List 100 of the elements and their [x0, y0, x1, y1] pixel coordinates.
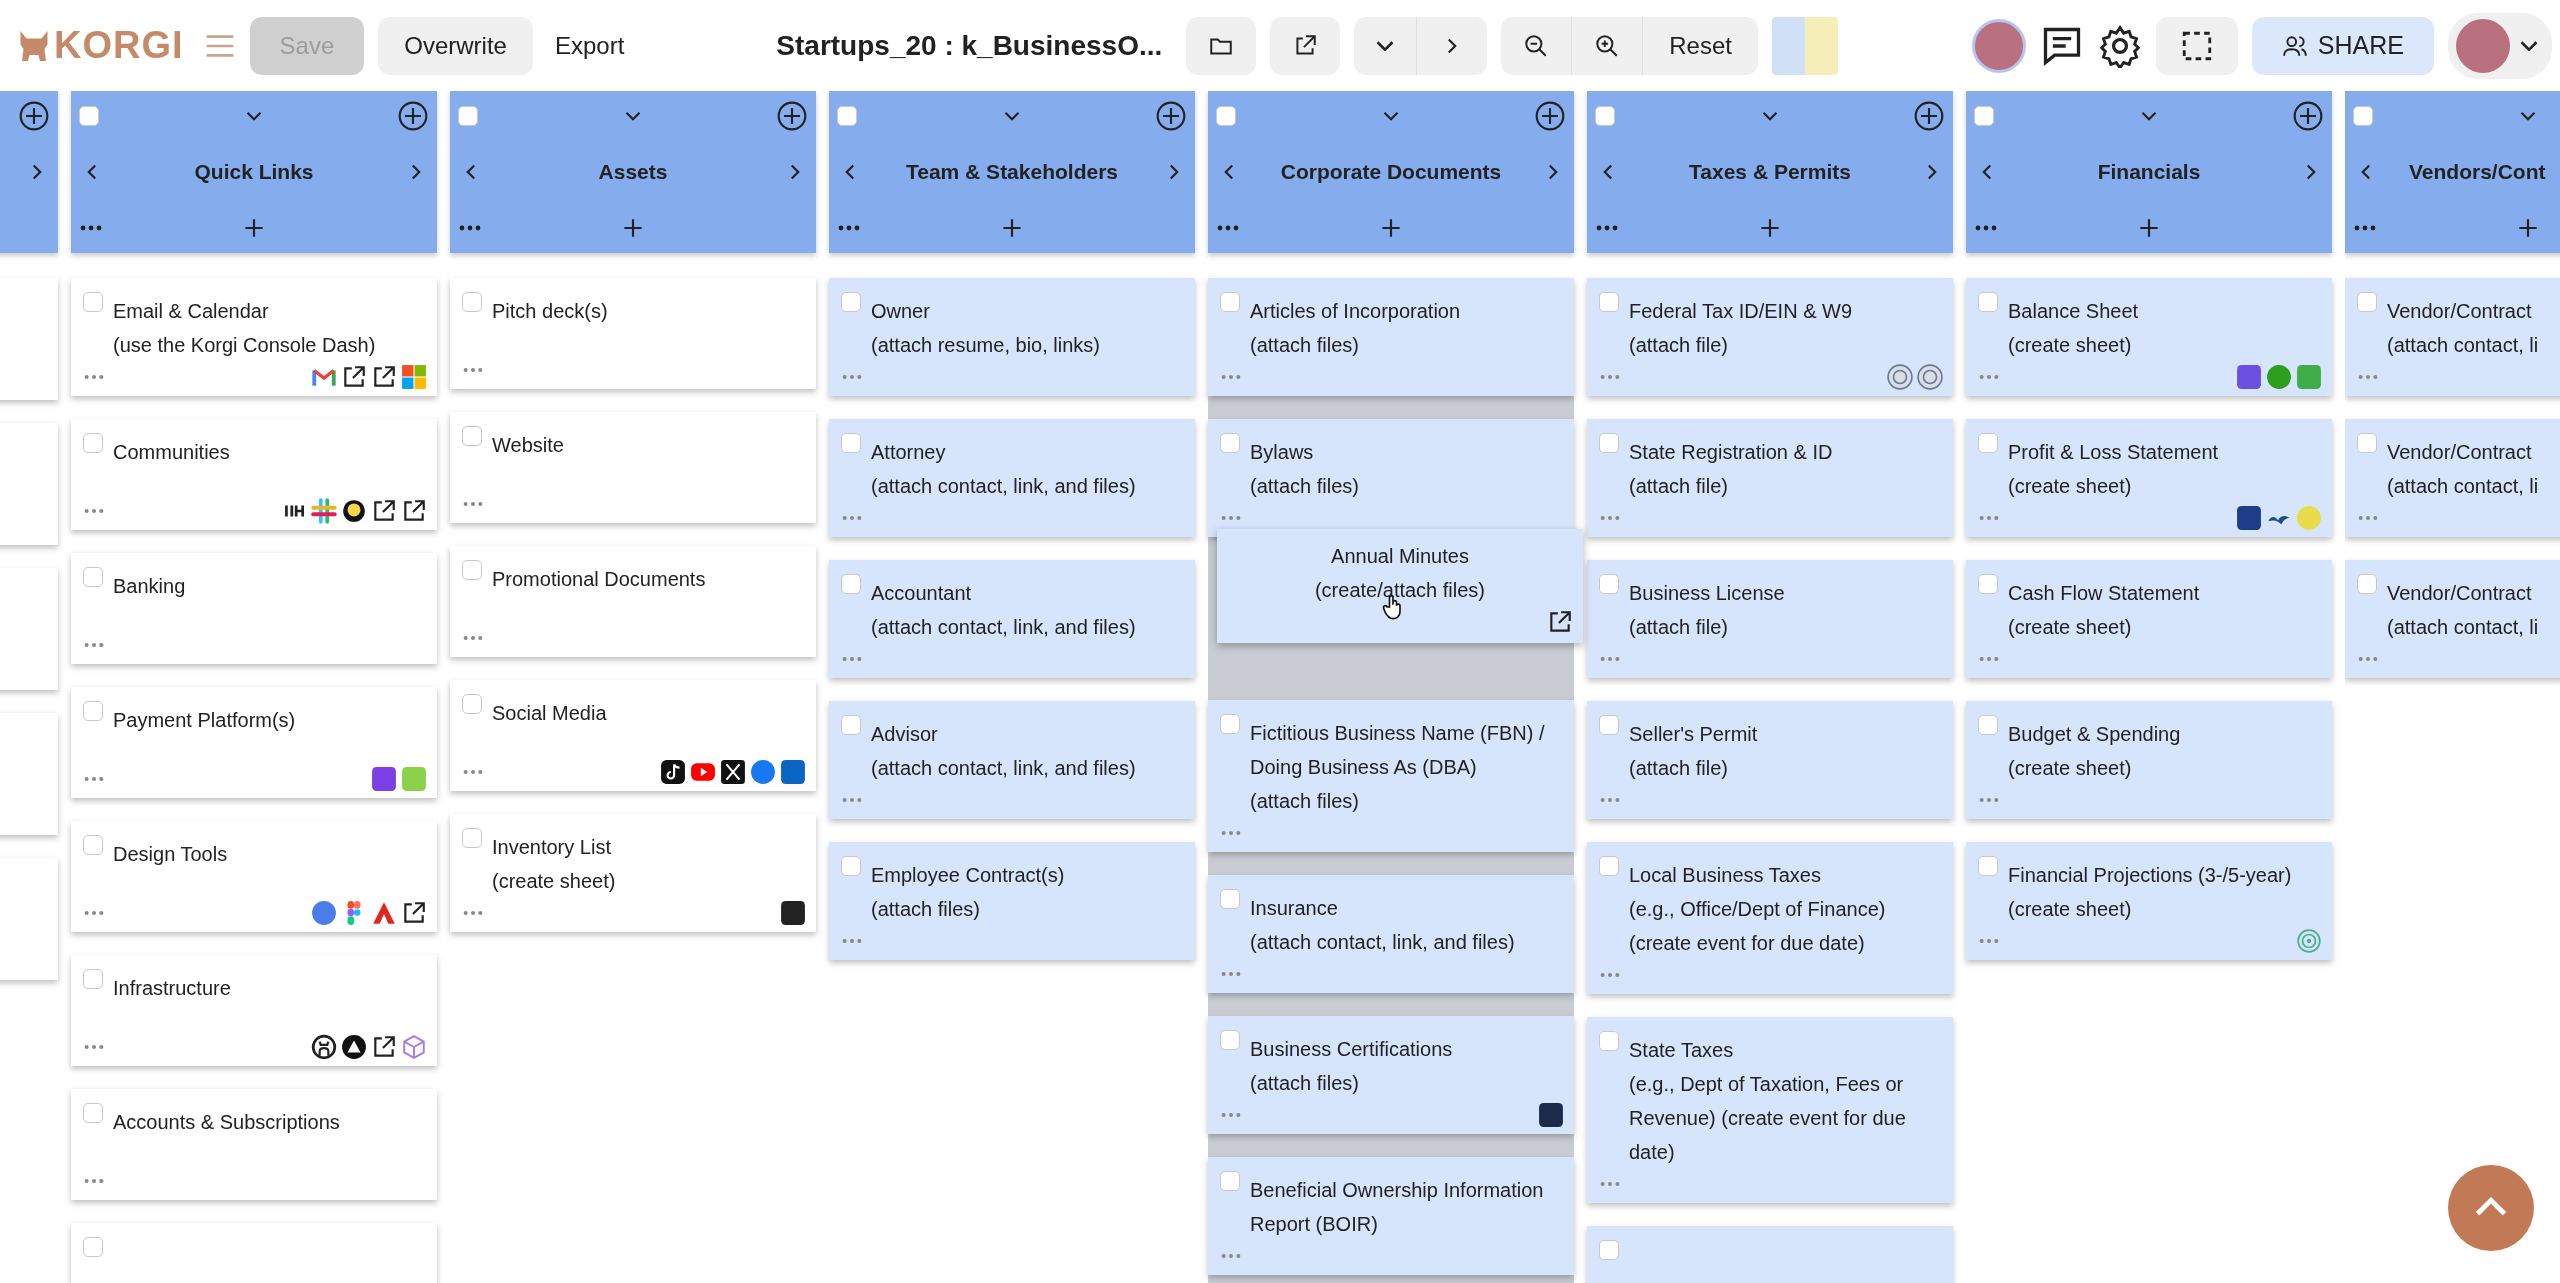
- square-logo-icon[interactable]: [1538, 1102, 1564, 1128]
- card[interactable]: Social Media: [450, 680, 816, 791]
- checkbox[interactable]: [1216, 106, 1236, 126]
- checkbox[interactable]: [1599, 856, 1619, 876]
- card[interactable]: Cash Flow Statement (create sheet): [1966, 560, 2332, 678]
- square-logo-icon[interactable]: [780, 900, 806, 926]
- profile-menu-button[interactable]: [2448, 12, 2552, 79]
- card[interactable]: Federal Tax ID/EIN & W9 (attach file): [1587, 278, 1953, 396]
- card[interactable]: Design Tools: [71, 821, 437, 932]
- add-circle-icon[interactable]: [776, 100, 808, 132]
- export-button[interactable]: Export: [546, 16, 633, 75]
- external-link-icon[interactable]: [371, 1034, 397, 1060]
- more-icon[interactable]: [83, 373, 105, 381]
- folder-button[interactable]: [1186, 16, 1257, 75]
- spiral-icon[interactable]: [2296, 928, 2322, 954]
- card[interactable]: Inventory List (create sheet): [450, 814, 816, 932]
- checkbox[interactable]: [1978, 433, 1998, 453]
- card[interactable]: Attorney (attach contact, link, and files): [829, 419, 1195, 537]
- checkbox[interactable]: [83, 701, 103, 721]
- card[interactable]: Vendor/Contract (attach contact, li: [2345, 560, 2560, 678]
- checkbox[interactable]: [1599, 1240, 1619, 1260]
- external-link-icon[interactable]: [401, 498, 427, 524]
- more-icon[interactable]: [462, 768, 484, 776]
- card[interactable]: Fictitious Business Name (FBN) / Doing Business As (DBA) (attach files): [1208, 700, 1574, 852]
- external-link-button[interactable]: [1270, 16, 1341, 75]
- more-icon[interactable]: [462, 634, 484, 642]
- add-circle-icon[interactable]: [1155, 100, 1187, 132]
- more-icon[interactable]: [83, 1043, 105, 1051]
- checkbox[interactable]: [1978, 574, 1998, 594]
- card[interactable]: Local Business Taxes (e.g., Office/Dept of Finance) (create event for due date): [1587, 842, 1953, 994]
- square-logo-icon[interactable]: [2236, 505, 2262, 531]
- four-squares-logo-icon[interactable]: [401, 364, 427, 390]
- selection-button[interactable]: [2155, 16, 2238, 75]
- checkbox[interactable]: [83, 835, 103, 855]
- card[interactable]: Seller's Permit (attach file): [1587, 701, 1953, 819]
- external-link-icon[interactable]: [341, 364, 367, 390]
- more-icon[interactable]: [1974, 224, 1998, 232]
- checkbox[interactable]: [1220, 889, 1240, 909]
- checkbox[interactable]: [841, 715, 861, 735]
- checkbox[interactable]: [2353, 106, 2373, 126]
- card[interactable]: Payment Platform(s): [71, 687, 437, 798]
- more-icon[interactable]: [83, 641, 105, 649]
- checkbox[interactable]: [841, 574, 861, 594]
- checkbox[interactable]: [2357, 292, 2377, 312]
- checkbox[interactable]: [1978, 856, 1998, 876]
- checkbox[interactable]: [837, 106, 857, 126]
- checkbox[interactable]: [83, 292, 103, 312]
- hash-logo-icon[interactable]: [311, 498, 337, 524]
- card[interactable]: Advisor (attach contact, link, and files): [829, 701, 1195, 819]
- more-icon[interactable]: [83, 909, 105, 917]
- seal-icon[interactable]: [1917, 364, 1943, 390]
- circle-logo-icon[interactable]: [750, 759, 776, 785]
- checkbox[interactable]: [841, 292, 861, 312]
- add-circle-icon[interactable]: [1913, 100, 1945, 132]
- checkbox[interactable]: [1599, 433, 1619, 453]
- checkbox[interactable]: [1978, 715, 1998, 735]
- triangle-circle-logo-icon[interactable]: [341, 1034, 367, 1060]
- checkbox[interactable]: [462, 828, 482, 848]
- checkbox[interactable]: [83, 1103, 103, 1123]
- checkbox[interactable]: [1220, 1171, 1240, 1191]
- card[interactable]: Beneficial Ownership Information Report (BOIR): [1208, 1157, 1574, 1275]
- checkbox[interactable]: [1220, 292, 1240, 312]
- checkbox[interactable]: [841, 856, 861, 876]
- checkbox[interactable]: [458, 106, 478, 126]
- card[interactable]: Accounts & Subscriptions: [71, 1089, 437, 1200]
- add-circle-icon[interactable]: [18, 100, 50, 132]
- card[interactable]: Email & Calendar (use the Korgi Console Dash): [71, 278, 437, 396]
- dragged-card[interactable]: Annual Minutes (create/attach files): [1217, 529, 1583, 643]
- card[interactable]: Accountant (attach contact, link, and files): [829, 560, 1195, 678]
- card[interactable]: Infrastructure: [71, 955, 437, 1066]
- checkbox[interactable]: [1595, 106, 1615, 126]
- external-link-icon[interactable]: [401, 900, 427, 926]
- card[interactable]: Balance Sheet (create sheet): [1966, 278, 2332, 396]
- note-logo-icon[interactable]: [660, 759, 686, 785]
- checkbox[interactable]: [1220, 714, 1240, 734]
- card[interactable]: Insurance (attach contact, link, and files): [1208, 875, 1574, 993]
- checkbox[interactable]: [83, 567, 103, 587]
- card[interactable]: Articles of Incorporation (attach files): [1208, 278, 1574, 396]
- share-button[interactable]: SHARE: [2251, 16, 2434, 75]
- more-icon[interactable]: [462, 366, 484, 374]
- checkbox[interactable]: [2357, 433, 2377, 453]
- checkbox[interactable]: [1220, 1030, 1240, 1050]
- card[interactable]: Owner (attach resume, bio, links): [829, 278, 1195, 396]
- card[interactable]: Vendor/Contract (attach contact, li: [2345, 419, 2560, 537]
- checkbox[interactable]: [1974, 106, 1994, 126]
- card[interactable]: State Registration & ID (attach file): [1587, 419, 1953, 537]
- checkbox[interactable]: [1599, 574, 1619, 594]
- card[interactable]: Bylaws (attach files): [1208, 419, 1574, 537]
- more-icon[interactable]: [79, 224, 103, 232]
- circle-logo-icon[interactable]: [2266, 364, 2292, 390]
- checkbox[interactable]: [462, 426, 482, 446]
- seal-icon[interactable]: [1887, 364, 1913, 390]
- x-logo-icon[interactable]: [720, 759, 746, 785]
- card[interactable]: Promotional Documents: [450, 546, 816, 657]
- checkbox[interactable]: [462, 292, 482, 312]
- checkbox[interactable]: [83, 433, 103, 453]
- card[interactable]: Communities: [71, 419, 437, 530]
- overwrite-button[interactable]: Overwrite: [378, 16, 533, 75]
- more-icon[interactable]: [458, 224, 482, 232]
- more-icon[interactable]: [83, 1177, 105, 1185]
